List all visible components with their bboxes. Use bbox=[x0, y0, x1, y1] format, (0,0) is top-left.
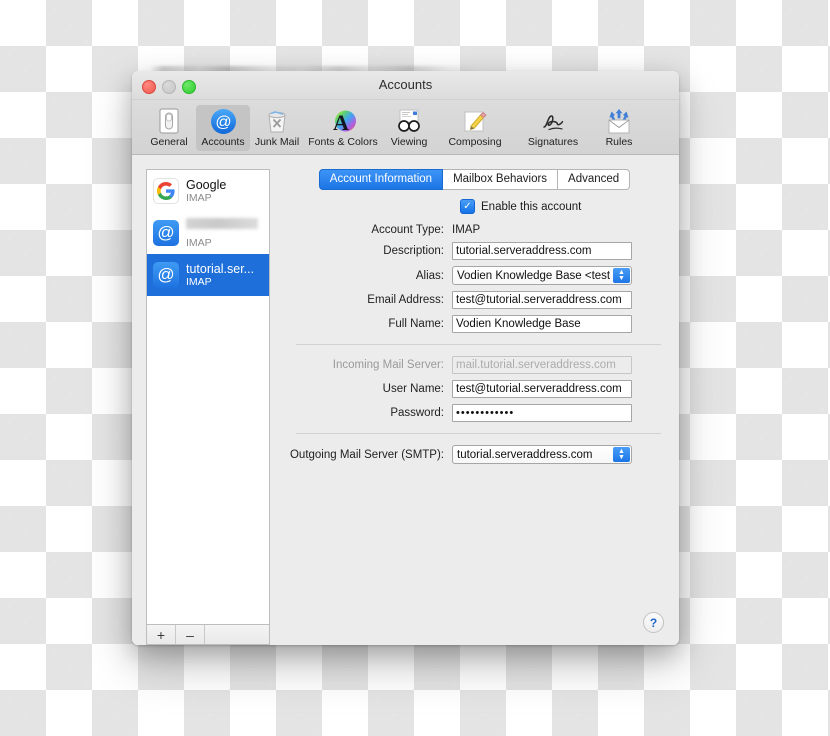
user-name-row: User Name: bbox=[284, 380, 665, 398]
full-name-label: Full Name: bbox=[388, 318, 444, 330]
account-type-value: IMAP bbox=[452, 224, 481, 236]
at-sign-icon: @ bbox=[153, 262, 179, 288]
account-text: Google IMAP bbox=[186, 178, 226, 204]
toolbar-label: Junk Mail bbox=[254, 136, 300, 148]
account-detail-pane: Account Information Mailbox Behaviors Ad… bbox=[284, 169, 665, 645]
account-row-redacted[interactable]: @ IMAP bbox=[147, 212, 269, 254]
svg-text:@: @ bbox=[215, 114, 231, 131]
password-label: Password: bbox=[390, 407, 444, 419]
composing-pencil-icon bbox=[436, 107, 514, 135]
account-name: tutorial.ser... bbox=[186, 261, 255, 276]
incoming-mail-server-input bbox=[452, 356, 632, 374]
account-text: tutorial.ser... IMAP bbox=[186, 262, 254, 288]
outgoing-mail-server-row: Outgoing Mail Server (SMTP): tutorial.se… bbox=[284, 445, 665, 464]
description-label: Description: bbox=[383, 245, 444, 257]
accounts-at-icon: @ bbox=[196, 107, 250, 135]
chevron-updown-icon: ▲ ▼ bbox=[613, 447, 630, 462]
divider-1 bbox=[296, 344, 661, 345]
alias-popup-button[interactable]: Vodien Knowledge Base <test ▲ ▼ bbox=[452, 266, 632, 285]
accounts-preferences-window: Accounts General @ Accounts Junk Mail A … bbox=[132, 71, 679, 645]
enable-account-checkbox[interactable]: ✓ bbox=[460, 199, 475, 214]
google-logo-icon bbox=[153, 178, 179, 204]
toolbar-item-junk-mail[interactable]: Junk Mail bbox=[250, 105, 304, 151]
tab-bar: Account Information Mailbox Behaviors Ad… bbox=[284, 169, 665, 190]
outgoing-mail-server-popup-button[interactable]: tutorial.serveraddress.com ▲ ▼ bbox=[452, 445, 632, 464]
account-type: IMAP bbox=[186, 276, 212, 289]
at-sign-icon: @ bbox=[153, 220, 179, 246]
account-type: IMAP bbox=[186, 192, 212, 205]
general-icon bbox=[142, 107, 196, 135]
window-title: Accounts bbox=[378, 77, 433, 92]
enable-account-label: Enable this account bbox=[481, 200, 582, 213]
chevron-updown-icon: ▲ ▼ bbox=[613, 268, 630, 283]
svg-text:A: A bbox=[333, 110, 349, 135]
toolbar-label: Rules bbox=[605, 136, 633, 148]
toolbar-filler bbox=[205, 625, 269, 644]
toolbar-item-fonts-colors[interactable]: A Fonts & Colors bbox=[304, 105, 382, 151]
account-row-tutorial[interactable]: @ tutorial.ser... IMAP bbox=[147, 254, 269, 296]
tab-account-information[interactable]: Account Information bbox=[318, 169, 444, 190]
outgoing-mail-server-label: Outgoing Mail Server (SMTP): bbox=[289, 448, 444, 461]
incoming-mail-server-label: Incoming Mail Server: bbox=[332, 359, 444, 371]
toolbar-label: Fonts & Colors bbox=[308, 136, 378, 148]
account-row-google[interactable]: Google IMAP bbox=[147, 170, 269, 212]
alias-value: Vodien Knowledge Base <test bbox=[457, 269, 611, 282]
help-button[interactable]: ? bbox=[643, 612, 664, 633]
description-input[interactable] bbox=[452, 242, 632, 260]
email-address-label: Email Address: bbox=[367, 294, 444, 306]
screenshot-canvas: Accounts General @ Accounts Junk Mail A … bbox=[0, 0, 830, 736]
enable-account-row: ✓ Enable this account bbox=[460, 199, 665, 214]
divider-2 bbox=[296, 433, 661, 434]
viewing-glasses-icon bbox=[382, 107, 436, 135]
signatures-icon bbox=[514, 107, 592, 135]
description-row: Description: bbox=[284, 242, 665, 260]
outgoing-mail-server-value: tutorial.serveraddress.com bbox=[457, 448, 593, 461]
alias-row: Alias: Vodien Knowledge Base <test ▲ ▼ bbox=[284, 266, 665, 285]
toolbar-item-viewing[interactable]: Viewing bbox=[382, 105, 436, 151]
toolbar-label: General bbox=[150, 136, 188, 148]
full-name-row: Full Name: bbox=[284, 315, 665, 333]
accounts-list-toolbar: + – bbox=[146, 624, 270, 645]
full-name-input[interactable] bbox=[452, 315, 632, 333]
incoming-mail-server-row: Incoming Mail Server: bbox=[284, 356, 665, 374]
junk-mail-icon bbox=[250, 107, 304, 135]
account-name-redacted bbox=[186, 218, 258, 230]
preferences-body: Google IMAP @ IMAP @ tutorial.ser... IMA… bbox=[132, 155, 679, 645]
user-name-label: User Name: bbox=[382, 383, 444, 395]
rules-envelope-icon bbox=[592, 107, 646, 135]
toolbar-item-signatures[interactable]: Signatures bbox=[514, 105, 592, 151]
toolbar-label: Accounts bbox=[201, 136, 245, 148]
account-text: IMAP bbox=[186, 217, 258, 249]
email-address-input[interactable] bbox=[452, 291, 632, 309]
accounts-sidebar: Google IMAP @ IMAP @ tutorial.ser... IMA… bbox=[146, 169, 270, 645]
toolbar-label: Composing bbox=[448, 136, 502, 148]
toolbar-item-accounts[interactable]: @ Accounts bbox=[196, 105, 250, 151]
add-account-button[interactable]: + bbox=[147, 625, 176, 644]
window-titlebar: Accounts bbox=[132, 71, 679, 100]
toolbar-label: Viewing bbox=[390, 136, 428, 148]
alias-label: Alias: bbox=[415, 269, 444, 282]
accounts-list[interactable]: Google IMAP @ IMAP @ tutorial.ser... IMA… bbox=[146, 169, 270, 624]
tab-mailbox-behaviors[interactable]: Mailbox Behaviors bbox=[443, 169, 559, 190]
tab-advanced[interactable]: Advanced bbox=[558, 169, 631, 190]
password-input[interactable] bbox=[452, 404, 632, 422]
preferences-toolbar: General @ Accounts Junk Mail A Fonts & C… bbox=[132, 100, 679, 155]
password-row: Password: bbox=[284, 404, 665, 422]
email-address-row: Email Address: bbox=[284, 291, 665, 309]
toolbar-label: Signatures bbox=[527, 136, 579, 148]
remove-account-button[interactable]: – bbox=[176, 625, 205, 644]
user-name-input[interactable] bbox=[452, 380, 632, 398]
toolbar-item-rules[interactable]: Rules bbox=[592, 105, 646, 151]
toolbar-item-general[interactable]: General bbox=[142, 105, 196, 151]
account-type-row: Account Type: IMAP bbox=[284, 224, 665, 236]
account-type-label: Account Type: bbox=[371, 224, 444, 236]
account-name: Google bbox=[186, 177, 227, 192]
account-type: IMAP bbox=[186, 236, 212, 249]
fonts-colors-icon: A bbox=[304, 107, 382, 135]
toolbar-item-composing[interactable]: Composing bbox=[436, 105, 514, 151]
